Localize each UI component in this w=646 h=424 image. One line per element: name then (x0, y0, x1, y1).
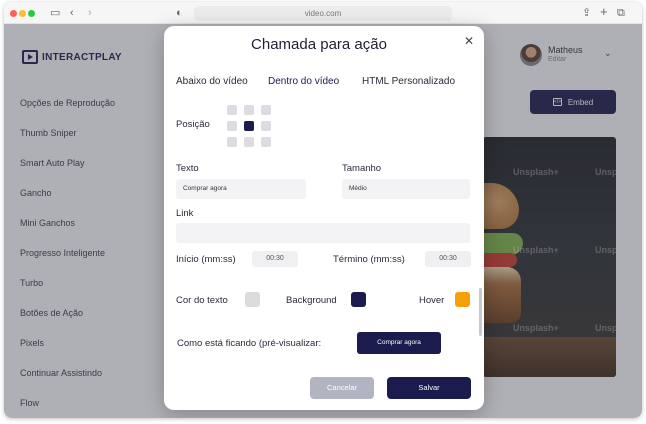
link-input[interactable] (176, 223, 470, 243)
end-label: Término (mm:ss) (333, 254, 405, 265)
text-input[interactable]: Comprar agora (176, 179, 306, 199)
back-icon[interactable]: ‹ (70, 6, 74, 20)
privacy-icon[interactable]: ◐ (176, 6, 183, 20)
text-label: Texto (176, 163, 199, 174)
hover-color-swatch[interactable] (455, 292, 470, 307)
app-area: INTERACTPLAY Opções de Reprodução Thumb … (4, 24, 642, 418)
position-top-left[interactable] (227, 105, 237, 115)
cta-modal: Chamada para ação ✕ Abaixo do vídeo Dent… (164, 26, 484, 410)
forward-icon[interactable]: › (88, 6, 92, 20)
size-label: Tamanho (342, 163, 382, 174)
text-color-swatch[interactable] (245, 292, 260, 307)
tab-dentro-video[interactable]: Dentro do vídeo (268, 76, 339, 87)
minimize-window-button[interactable] (19, 10, 26, 17)
cta-preview-button[interactable]: Comprar agora (357, 332, 441, 354)
text-color-label: Cor do texto (176, 295, 228, 306)
modal-scrollbar[interactable] (479, 288, 482, 336)
position-middle-left[interactable] (227, 121, 237, 131)
start-label: Início (mm:ss) (176, 254, 236, 265)
position-bottom-right[interactable] (261, 137, 271, 147)
end-time-input[interactable]: 00:30 (425, 251, 471, 267)
tab-abaixo-video[interactable]: Abaixo do vídeo (176, 76, 248, 87)
maximize-window-button[interactable] (28, 10, 35, 17)
background-color-swatch[interactable] (351, 292, 366, 307)
tabs-icon[interactable]: ⧉ (617, 6, 625, 20)
close-window-button[interactable] (10, 10, 17, 17)
share-icon[interactable]: ⇪ (582, 6, 591, 20)
start-time-input[interactable]: 00:30 (252, 251, 298, 267)
position-top-right[interactable] (261, 105, 271, 115)
background-color-label: Background (286, 295, 337, 306)
size-select[interactable]: Médio (342, 179, 470, 199)
position-middle-right[interactable] (261, 121, 271, 131)
position-bottom-center[interactable] (244, 137, 254, 147)
link-label: Link (176, 208, 194, 219)
sidebar-toggle-icon[interactable]: ▭ (50, 6, 60, 20)
address-bar[interactable]: video.com (194, 6, 452, 21)
position-label: Posição (176, 119, 210, 130)
close-icon[interactable]: ✕ (464, 35, 474, 47)
position-bottom-left[interactable] (227, 137, 237, 147)
browser-titlebar: ▭ ‹ › ◐ video.com ⇪ + ⧉ (4, 2, 642, 24)
position-top-center[interactable] (244, 105, 254, 115)
new-tab-icon[interactable]: + (600, 5, 608, 19)
modal-title: Chamada para ação (251, 36, 387, 53)
position-center[interactable] (244, 121, 254, 131)
cancel-button[interactable]: Cancelar (310, 377, 374, 399)
browser-window: ▭ ‹ › ◐ video.com ⇪ + ⧉ INTERACTPLAY Opç… (4, 2, 642, 418)
hover-color-label: Hover (419, 295, 445, 306)
tab-html-personalizado[interactable]: HTML Personalizado (362, 76, 455, 87)
save-button[interactable]: Salvar (387, 377, 471, 399)
preview-label: Como está ficando (pré-visualizar: (177, 338, 322, 349)
